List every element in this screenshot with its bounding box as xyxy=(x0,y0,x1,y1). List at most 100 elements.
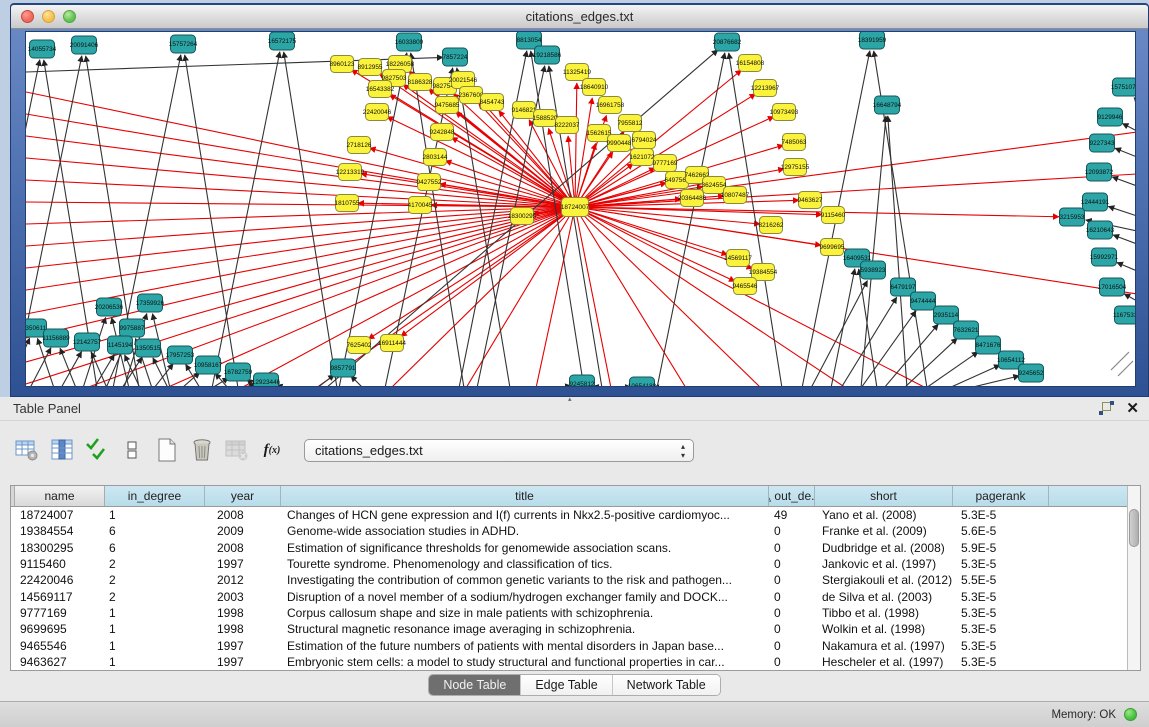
cell-name: 9115460 xyxy=(15,557,105,571)
table-mode-icon[interactable] xyxy=(14,437,40,463)
graph-node-label: 9699695 xyxy=(820,244,845,251)
graph-node-label: 12213319 xyxy=(336,169,365,176)
canvas-resize-grip[interactable] xyxy=(1111,352,1133,376)
create-column-icon[interactable] xyxy=(154,437,180,463)
graph-node-label: 9475685 xyxy=(435,102,460,109)
table-row[interactable]: 977716911998Corpus callosum shape and si… xyxy=(11,605,1127,621)
graph-node-label: 8454743 xyxy=(480,99,505,106)
graph-node-label: 16911444 xyxy=(378,340,406,347)
table-row[interactable]: 946362711997Embryonic stem cells: a mode… xyxy=(11,654,1127,670)
table-panel: ▴ Table Panel ✕ f(x) citations_ xyxy=(0,397,1149,727)
cell-title: Structural magnetic resonance image aver… xyxy=(281,622,769,636)
close-panel-icon[interactable]: ✕ xyxy=(1126,401,1139,416)
table-row[interactable]: 1456911722003Disruption of a novel membe… xyxy=(11,588,1127,604)
window-titlebar[interactable]: citations_edges.txt xyxy=(11,5,1148,29)
cell-year: 2008 xyxy=(205,541,281,555)
column-header-title[interactable]: title xyxy=(281,486,769,506)
graph-node-label: 9245652 xyxy=(1019,370,1044,377)
table-header-row: namein_degreeyeartitle△ out_de...shortpa… xyxy=(11,486,1140,507)
graph-node-label: 7632621 xyxy=(954,327,979,334)
memory-ok-indicator-icon xyxy=(1124,708,1137,721)
table-row[interactable]: 1872400712008Changes of HCN gene express… xyxy=(11,507,1127,523)
graph-node-label: 18640910 xyxy=(580,84,609,91)
graph-node-label: 17359926 xyxy=(136,300,165,307)
cell-short: Yano et al. (2008) xyxy=(815,508,953,522)
graph-node-label: 12975155 xyxy=(781,164,810,171)
column-header-in_degree[interactable]: in_degree xyxy=(105,486,205,506)
graph-node-label: 9777169 xyxy=(653,160,678,167)
table-select-dropdown[interactable]: citations_edges.txt ▴▾ xyxy=(304,439,694,462)
window-title: citations_edges.txt xyxy=(11,9,1148,24)
graph-node-label: 1588520 xyxy=(533,115,558,122)
cell-in_degree: 1 xyxy=(105,606,205,620)
table-row[interactable]: 2242004622012Investigating the contribut… xyxy=(11,572,1127,588)
cell-△ out_de...: 0 xyxy=(769,541,815,555)
cell-year: 1998 xyxy=(205,606,281,620)
show-columns-icon[interactable] xyxy=(49,437,75,463)
tab-node-table[interactable]: Node Table xyxy=(429,675,521,695)
graph-node-label: 7955812 xyxy=(618,120,643,127)
graph-node-label: 16033809 xyxy=(395,39,424,46)
cell-in_degree: 2 xyxy=(105,557,205,571)
vertical-scrollbar[interactable] xyxy=(1127,486,1140,670)
dropdown-arrows-icon: ▴▾ xyxy=(681,442,685,460)
deselect-all-icon[interactable] xyxy=(119,437,145,463)
graph-node-label: 2935114 xyxy=(934,312,959,319)
cell-△ out_de...: 0 xyxy=(769,606,815,620)
graph-node-label: 10973493 xyxy=(770,109,799,116)
column-header-name[interactable]: name xyxy=(15,486,105,506)
graph-node-label: 19218586 xyxy=(533,52,562,59)
graph-node-label: 2803144 xyxy=(423,154,448,161)
graph-node-label: 3215953 xyxy=(1060,214,1085,221)
cell-title: Tourette syndrome. Phenomenology and cla… xyxy=(281,557,769,571)
cell-pagerank: 5.3E-5 xyxy=(953,590,1049,604)
column-header-short[interactable]: short xyxy=(815,486,953,506)
table-row[interactable]: 911546021997Tourette syndrome. Phenomeno… xyxy=(11,556,1127,572)
delete-column-icon[interactable] xyxy=(189,437,215,463)
cell-short: Nakamura et al. (1997) xyxy=(815,639,953,653)
splitter-handle-icon[interactable]: ▴ xyxy=(568,395,572,403)
graph-node-label: 18300295 xyxy=(508,213,537,220)
graph-node-label: 1350515 xyxy=(136,345,161,352)
graph-node-label: 16543382 xyxy=(366,86,395,93)
cell-year: 1997 xyxy=(205,557,281,571)
table-row[interactable]: 969969511998Structural magnetic resonanc… xyxy=(11,621,1127,637)
graph-node-label: 22420046 xyxy=(363,109,392,116)
cell-year: 2009 xyxy=(205,524,281,538)
cell-title: Embryonic stem cells: a model to study s… xyxy=(281,655,769,669)
delete-table-icon[interactable] xyxy=(224,437,250,463)
cell-pagerank: 5.3E-5 xyxy=(953,606,1049,620)
cell-△ out_de...: 49 xyxy=(769,508,815,522)
column-header-pagerank[interactable]: pagerank xyxy=(953,486,1049,506)
graph-node-label: 6794024 xyxy=(632,137,657,144)
cell-in_degree: 6 xyxy=(105,524,205,538)
select-all-icon[interactable] xyxy=(84,437,110,463)
column-header-△ out_de...[interactable]: △ out_de... xyxy=(769,486,815,506)
function-builder-icon[interactable]: f(x) xyxy=(259,437,285,463)
table-toolbar: f(x) citations_edges.txt ▴▾ xyxy=(14,434,694,466)
graph-node-label: 12444191 xyxy=(1081,199,1110,206)
tab-edge-table[interactable]: Edge Table xyxy=(521,675,612,695)
column-header-year[interactable]: year xyxy=(205,486,281,506)
graph-node-label: 1621072 xyxy=(630,154,655,161)
table-select-value: citations_edges.txt xyxy=(305,443,423,458)
graph-node-label: 9245812 xyxy=(570,381,595,387)
table-row[interactable]: 946554611997Estimation of the future num… xyxy=(11,637,1127,653)
memory-status-label: Memory: OK xyxy=(1051,709,1116,721)
cell-△ out_de...: 0 xyxy=(769,590,815,604)
scrollbar-thumb[interactable] xyxy=(1129,509,1139,547)
table-row[interactable]: 1938455462009Genome-wide association stu… xyxy=(11,523,1127,539)
table-panel-header: ▴ Table Panel ✕ xyxy=(0,397,1149,421)
network-graph[interactable]: 8960123891295518226058982750381863289827… xyxy=(26,32,1136,387)
graph-node-label: 9242848 xyxy=(430,129,455,136)
cell-short: Tibbo et al. (1998) xyxy=(815,606,953,620)
graph-node-label: 17957253 xyxy=(166,352,195,359)
table-row[interactable]: 1830029562008Estimation of significance … xyxy=(11,540,1127,556)
status-bar: Memory: OK xyxy=(0,701,1149,727)
tab-network-table[interactable]: Network Table xyxy=(613,675,720,695)
float-window-icon[interactable] xyxy=(1099,401,1114,416)
cell-△ out_de...: 0 xyxy=(769,557,815,571)
graph-node-label: 16648794 xyxy=(873,102,902,109)
network-view-canvas[interactable]: 8960123891295518226058982750381863289827… xyxy=(25,31,1136,387)
cell-pagerank: 5.9E-5 xyxy=(953,541,1049,555)
